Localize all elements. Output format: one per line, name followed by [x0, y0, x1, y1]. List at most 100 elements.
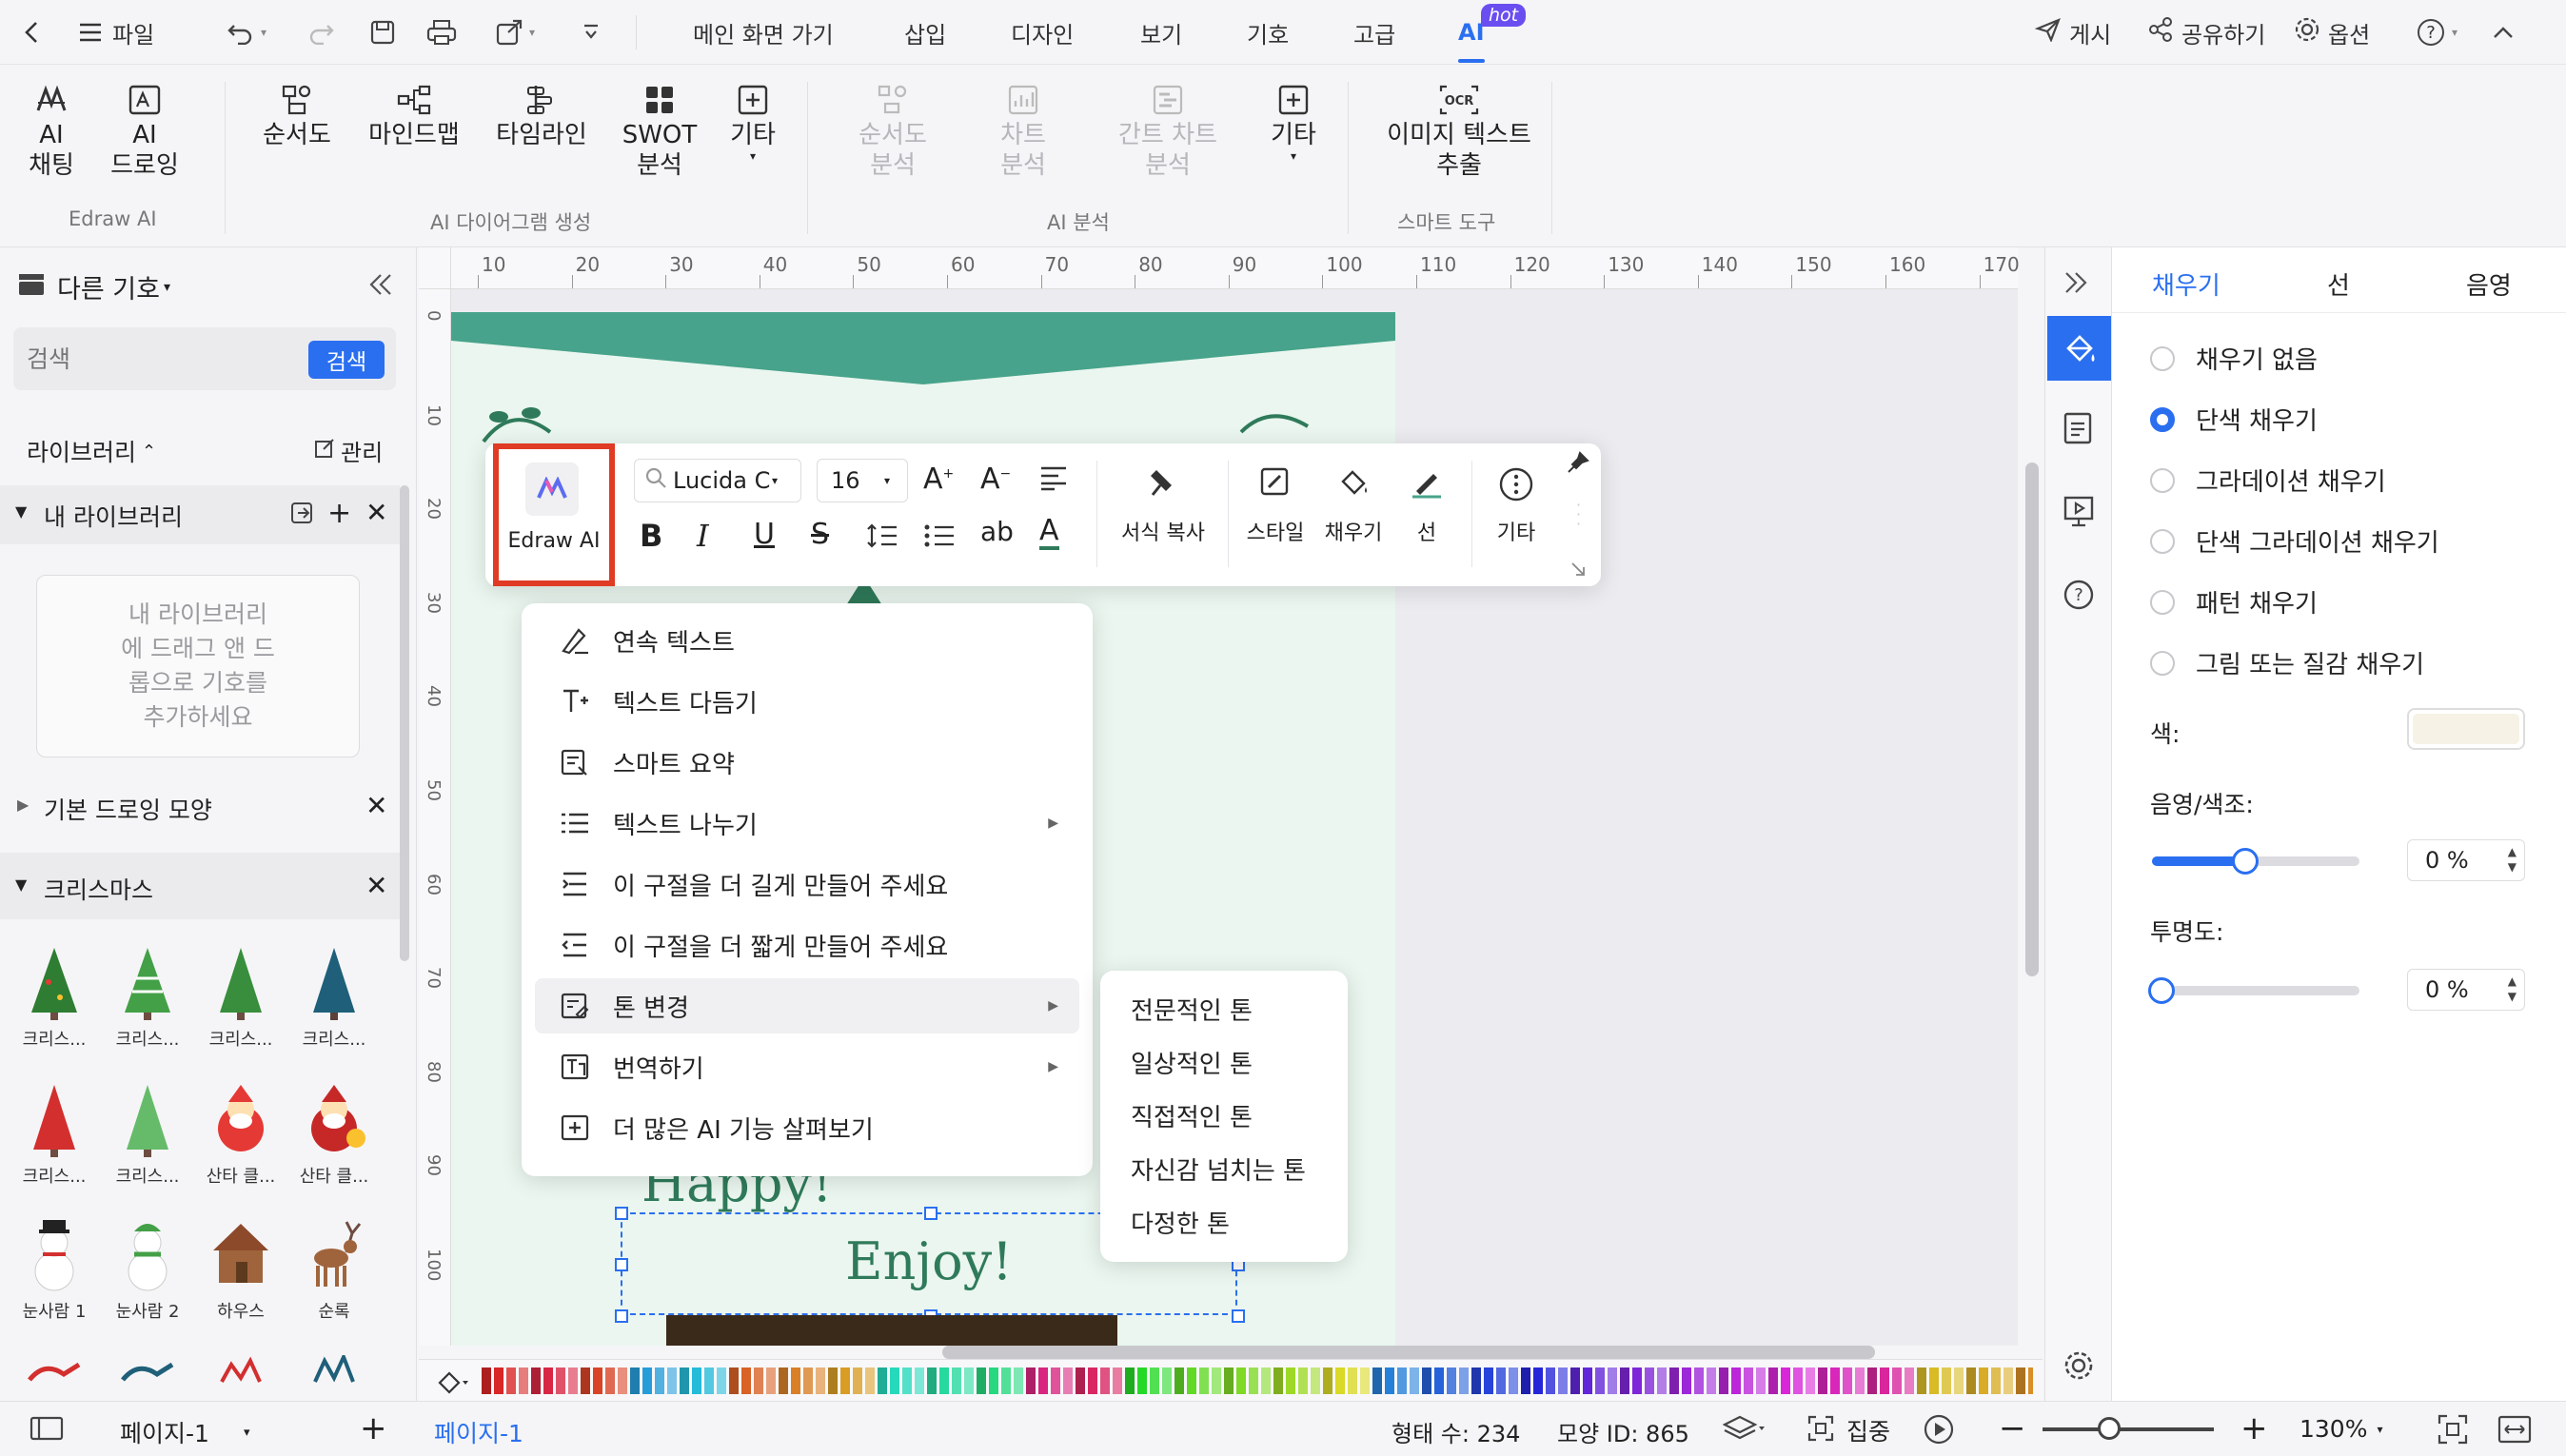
line-button[interactable]: 선 — [1393, 466, 1460, 546]
presentation-icon[interactable] — [2063, 495, 2095, 533]
fill-panel-tab[interactable] — [2047, 316, 2112, 381]
strikethrough-icon[interactable]: S — [811, 518, 829, 551]
palette-swatch[interactable] — [939, 1367, 949, 1394]
symbol-tree-2[interactable]: 크리스... — [105, 944, 190, 1051]
palette-swatch[interactable] — [482, 1367, 491, 1394]
palette-swatch[interactable] — [1991, 1367, 2001, 1394]
underline-icon[interactable]: U — [754, 518, 775, 551]
library-header[interactable]: 라이브러리 ⌃ — [27, 434, 156, 468]
page-tab-active[interactable]: 페이지-1 — [434, 1415, 523, 1449]
palette-swatch[interactable] — [1410, 1367, 1419, 1394]
palette-swatch[interactable] — [568, 1367, 578, 1394]
palette-swatch[interactable] — [1830, 1367, 1840, 1394]
palette-swatch[interactable] — [1818, 1367, 1827, 1394]
palette-swatch[interactable] — [1249, 1367, 1258, 1394]
symbol-tree-4[interactable]: 크리스... — [291, 944, 377, 1051]
canvas-vscroll-thumb[interactable] — [2025, 462, 2039, 976]
palette-swatch[interactable] — [1335, 1367, 1345, 1394]
palette-swatch[interactable] — [1744, 1367, 1753, 1394]
palette-swatch[interactable] — [1323, 1367, 1332, 1394]
symbol-tree-1[interactable]: 크리스... — [11, 944, 97, 1051]
fill-bucket-icon[interactable] — [436, 1369, 470, 1398]
palette-swatch[interactable] — [605, 1367, 615, 1394]
palette-swatch[interactable] — [1843, 1367, 1852, 1394]
search-button[interactable]: 검색 — [308, 341, 385, 379]
palette-swatch[interactable] — [494, 1367, 503, 1394]
library-title[interactable]: 다른 기호 ▾ — [17, 268, 170, 305]
tab-symbols[interactable]: 기호 — [1247, 11, 1289, 53]
tab-design[interactable]: 디자인 — [1011, 11, 1074, 53]
palette-swatch[interactable] — [1348, 1367, 1357, 1394]
pin-icon[interactable] — [1567, 451, 1589, 478]
stepper-icon[interactable]: ▲ ▼ — [2508, 844, 2517, 875]
palette-swatch[interactable] — [1867, 1367, 1877, 1394]
menu-item-polish-text[interactable]: 텍스트 다듬기 — [535, 674, 1079, 729]
palette-swatch[interactable] — [1979, 1367, 1988, 1394]
chart-analysis-button[interactable]: 차트 분석 — [980, 84, 1066, 181]
palette-swatch[interactable] — [593, 1367, 602, 1394]
print-icon[interactable] — [426, 11, 457, 53]
palette-swatch[interactable] — [1632, 1367, 1642, 1394]
menu-item-make-shorter[interactable]: 이 구절을 더 짧게 만들어 주세요 — [535, 917, 1079, 973]
font-grow-icon[interactable]: A+ — [923, 462, 954, 496]
mindmap-button[interactable]: 마인드맵 — [362, 84, 466, 150]
timeline-button[interactable]: 타임라인 — [489, 84, 594, 150]
options-button[interactable]: 옵션 — [2294, 11, 2370, 53]
tab-home[interactable]: 메인 화면 가기 — [693, 11, 834, 53]
palette-swatch[interactable] — [1669, 1367, 1679, 1394]
palette-swatch[interactable] — [729, 1367, 739, 1394]
palette-swatch[interactable] — [655, 1367, 664, 1394]
tab-fill[interactable]: 채우기 — [2152, 266, 2221, 302]
layers-icon[interactable] — [1722, 1413, 1768, 1446]
palette-swatch[interactable] — [2003, 1367, 2013, 1394]
palette-swatch[interactable] — [779, 1367, 788, 1394]
palette-swatch[interactable] — [1125, 1367, 1135, 1394]
palette-swatch[interactable] — [1533, 1367, 1543, 1394]
canvas-hscroll-thumb[interactable] — [942, 1346, 1875, 1359]
palette-swatch[interactable] — [1719, 1367, 1728, 1394]
palette-swatch[interactable] — [1298, 1367, 1308, 1394]
palette-swatch[interactable] — [1026, 1367, 1036, 1394]
back-icon[interactable] — [21, 11, 44, 53]
palette-swatch[interactable] — [865, 1367, 875, 1394]
gantt-analysis-button[interactable]: 간트 차트 분석 — [1106, 84, 1230, 181]
menu-item-more-ai[interactable]: 더 많은 AI 기능 살펴보기 — [535, 1100, 1079, 1155]
palette-swatch[interactable] — [1150, 1367, 1159, 1394]
palette-swatch[interactable] — [1422, 1367, 1431, 1394]
basic-shapes-header[interactable]: ▶ 기본 드로잉 모양 ✕ — [0, 784, 400, 832]
palette-swatch[interactable] — [1570, 1367, 1580, 1394]
palette-swatch[interactable] — [1063, 1367, 1073, 1394]
radio[interactable] — [2150, 467, 2175, 493]
tab-line[interactable]: 선 — [2327, 266, 2350, 302]
opacity-input[interactable]: 0 % ▲ ▼ — [2407, 969, 2525, 1011]
menu-item-make-longer[interactable]: 이 구절을 더 길게 만들어 주세요 — [535, 856, 1079, 912]
palette-swatch[interactable] — [1954, 1367, 1964, 1394]
palette-swatch[interactable] — [717, 1367, 726, 1394]
zoom-in-icon[interactable]: + — [2240, 1409, 2268, 1447]
edraw-ai-button[interactable]: Edraw AI — [493, 443, 615, 586]
palette-swatch[interactable] — [531, 1367, 541, 1394]
ai-draw-button[interactable]: AI 드로잉 — [107, 84, 183, 181]
fullscreen-icon[interactable] — [2497, 1413, 2532, 1449]
manage-button[interactable]: 관리 — [314, 434, 383, 467]
swot-button[interactable]: SWOT 분석 — [617, 84, 702, 181]
palette-swatch[interactable] — [1892, 1367, 1902, 1394]
palette-swatch[interactable] — [1459, 1367, 1469, 1394]
palette-swatch[interactable] — [1372, 1367, 1382, 1394]
more-button[interactable]: 기타 — [1483, 466, 1549, 546]
font-shrink-icon[interactable]: A− — [980, 462, 1011, 496]
fill-option-pattern[interactable]: 패턴 채우기 — [2150, 584, 2318, 620]
palette-swatch[interactable] — [1471, 1367, 1481, 1394]
resize-handle[interactable] — [1232, 1309, 1245, 1323]
palette-swatch[interactable] — [1001, 1367, 1011, 1394]
palette-swatch[interactable] — [890, 1367, 899, 1394]
symbol-santa-1[interactable]: 산타 클... — [198, 1081, 284, 1188]
share-button[interactable]: 공유하기 — [2147, 11, 2265, 53]
palette-swatch[interactable] — [1236, 1367, 1246, 1394]
palette-swatch[interactable] — [1583, 1367, 1592, 1394]
palette-swatch[interactable] — [1793, 1367, 1803, 1394]
play-icon[interactable] — [1923, 1413, 1955, 1449]
palette-swatch[interactable] — [766, 1367, 776, 1394]
palette-swatch[interactable] — [1199, 1367, 1209, 1394]
fill-option-picture[interactable]: 그림 또는 질감 채우기 — [2150, 645, 2424, 680]
